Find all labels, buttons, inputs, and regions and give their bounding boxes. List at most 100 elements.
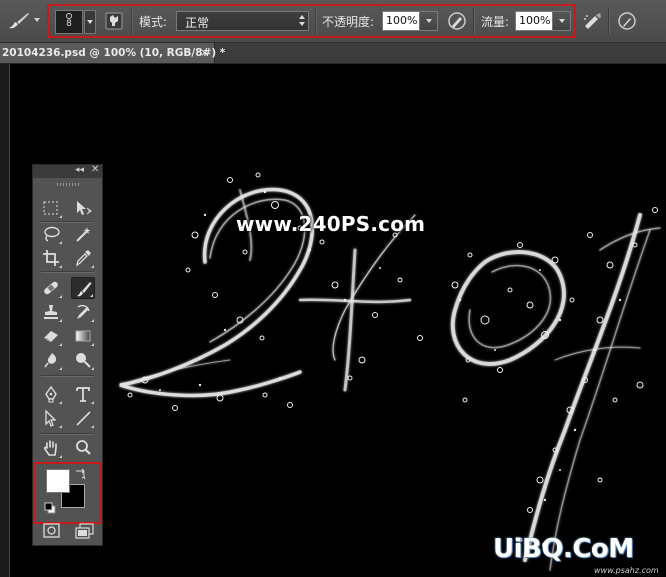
pen-icon — [45, 385, 57, 403]
dodge-tool[interactable] — [71, 349, 95, 371]
opacity-label: 不透明度: — [322, 15, 375, 29]
document-title: 20104236.psd @ 100% (10, RGB/8#) * — [2, 47, 226, 59]
close-icon[interactable]: × — [200, 46, 209, 59]
submenu-triangle-icon — [59, 425, 62, 428]
dashed-rect-icon — [43, 201, 58, 215]
screen-mode-button[interactable] — [75, 523, 95, 539]
path-selection-tool[interactable] — [39, 407, 63, 429]
swap-arrows-icon — [76, 468, 86, 480]
lasso-tool[interactable] — [39, 223, 63, 245]
crop-icon — [43, 250, 59, 266]
eraser-icon — [44, 331, 58, 342]
collapse-icon[interactable]: ◂◂ — [75, 165, 84, 175]
clone-stamp-tool[interactable] — [39, 301, 63, 323]
move-tool[interactable] — [71, 197, 95, 219]
marquee-tool[interactable] — [39, 197, 63, 219]
brush-picker-dropdown[interactable] — [84, 10, 96, 34]
quick-mask-icon — [43, 523, 60, 538]
hand-icon — [43, 440, 57, 456]
submenu-triangle-icon — [91, 265, 94, 268]
submenu-triangle-icon — [59, 319, 62, 322]
opacity-value: 100% — [386, 14, 418, 27]
airbrush-button[interactable] — [582, 11, 604, 31]
submenu-triangle-icon — [59, 295, 62, 298]
submenu-triangle-icon — [91, 319, 94, 322]
tools-panel: ◂◂ ✕ — [32, 164, 103, 546]
quick-mask-button[interactable] — [43, 523, 61, 539]
document-tab[interactable]: 20104236.psd @ 100% (10, RGB/8#) * × — [0, 43, 225, 63]
site-url-text: www.psahz.com — [594, 566, 659, 575]
divider — [315, 8, 317, 34]
wand-icon — [76, 227, 91, 242]
hand-tool[interactable] — [39, 437, 63, 459]
eyedropper-tool[interactable] — [71, 247, 95, 269]
screen-mode-icon — [75, 523, 94, 539]
zoom-tool[interactable] — [71, 437, 95, 459]
pen-pressure-icon — [448, 12, 466, 30]
bandage-icon — [44, 281, 58, 295]
blend-mode-select[interactable]: 正常 — [176, 11, 309, 31]
brush-panel-toggle[interactable] — [104, 11, 124, 31]
mode-label: 模式: — [139, 15, 168, 29]
pen-tool[interactable] — [39, 383, 63, 405]
dodge-icon — [76, 353, 91, 368]
foreground-color-swatch[interactable] — [46, 469, 70, 493]
line-icon — [76, 411, 91, 426]
brand-logo: UiBQ.CoM — [493, 534, 634, 564]
swap-colors-button[interactable] — [74, 465, 86, 480]
submenu-triangle-icon — [59, 215, 62, 218]
airbrush-icon — [584, 13, 601, 29]
pressure-size-button[interactable] — [616, 11, 638, 31]
watermark-text: www.240PS.com — [236, 212, 426, 236]
tool-preset-picker[interactable] — [4, 9, 40, 33]
history-brush-icon — [77, 304, 90, 319]
chevron-down-icon — [34, 18, 40, 22]
submenu-triangle-icon — [59, 455, 62, 458]
opacity-slider-button[interactable] — [419, 12, 437, 30]
document-tab-bar: 20104236.psd @ 100% (10, RGB/8#) * × — [0, 43, 666, 64]
submenu-triangle-icon — [59, 343, 62, 346]
lasso-icon — [44, 226, 60, 242]
flow-value: 100% — [519, 14, 551, 27]
history-brush-tool[interactable] — [71, 301, 95, 323]
chevron-down-icon — [87, 20, 93, 24]
default-colors-button[interactable] — [44, 499, 56, 514]
brush-size-preview[interactable]: 8 — [55, 10, 83, 34]
submenu-triangle-icon — [90, 294, 93, 297]
type-tool[interactable] — [71, 383, 95, 405]
brush-tool[interactable] — [71, 277, 95, 299]
type-icon — [76, 387, 90, 402]
crop-tool[interactable] — [39, 247, 63, 269]
chevron-down-icon — [425, 19, 432, 23]
blur-tool[interactable] — [39, 349, 63, 371]
magnifier-icon — [76, 440, 91, 455]
healing-brush-tool[interactable] — [39, 277, 63, 299]
gradient-tool[interactable] — [71, 325, 95, 347]
magic-wand-tool[interactable] — [71, 223, 95, 245]
divider — [41, 271, 94, 273]
submenu-triangle-icon — [91, 343, 94, 346]
divider — [473, 8, 475, 34]
flow-slider-button[interactable] — [552, 12, 570, 30]
options-bar: 8 模式: 正常 不透明度: 100% 流量: 100% — [0, 0, 666, 43]
opacity-field[interactable]: 100% — [382, 11, 438, 31]
flow-field[interactable]: 100% — [515, 11, 571, 31]
submenu-triangle-icon — [59, 367, 62, 370]
close-icon[interactable]: ✕ — [91, 164, 99, 175]
flow-label: 流量: — [481, 15, 510, 29]
pressure-opacity-button[interactable] — [446, 11, 468, 31]
divider — [131, 8, 133, 34]
submenu-triangle-icon — [59, 401, 62, 404]
drop-icon — [44, 353, 57, 368]
arrow-icon — [45, 409, 57, 427]
submenu-triangle-icon — [91, 401, 94, 404]
line-tool[interactable] — [71, 407, 95, 429]
brush-icon — [9, 13, 29, 29]
eyedropper-icon — [75, 250, 91, 267]
tools-panel-header[interactable]: ◂◂ ✕ — [33, 164, 102, 178]
brush-panel-icon — [105, 12, 123, 30]
blend-mode-value: 正常 — [185, 16, 210, 30]
brush-size-value: 8 — [66, 19, 72, 29]
drag-grip[interactable] — [57, 183, 79, 186]
eraser-tool[interactable] — [39, 325, 63, 347]
